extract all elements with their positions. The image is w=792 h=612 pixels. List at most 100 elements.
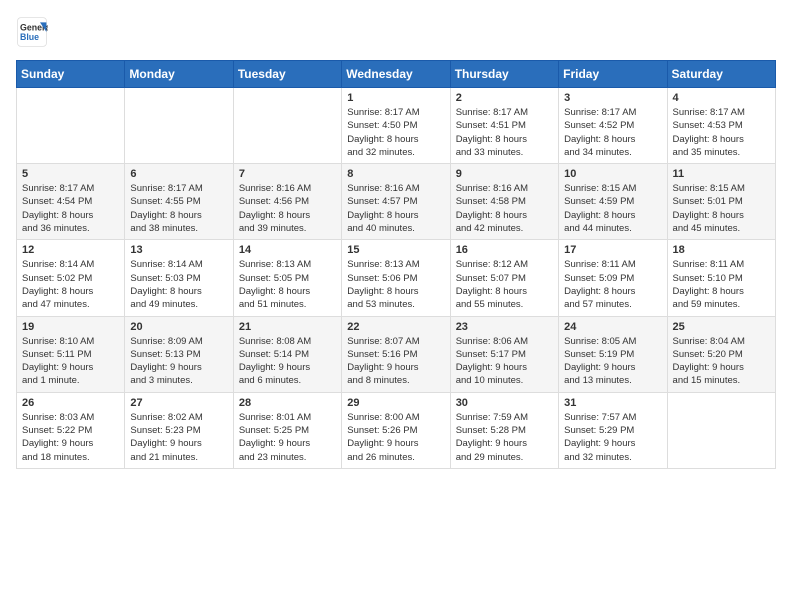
calendar-day-cell bbox=[233, 88, 341, 164]
day-info: Sunrise: 8:16 AM Sunset: 4:56 PM Dayligh… bbox=[239, 182, 336, 235]
day-info: Sunrise: 8:17 AM Sunset: 4:50 PM Dayligh… bbox=[347, 106, 444, 159]
calendar-header-row: SundayMondayTuesdayWednesdayThursdayFrid… bbox=[17, 61, 776, 88]
day-info: Sunrise: 8:17 AM Sunset: 4:52 PM Dayligh… bbox=[564, 106, 661, 159]
calendar-day-header: Thursday bbox=[450, 61, 558, 88]
day-info: Sunrise: 8:08 AM Sunset: 5:14 PM Dayligh… bbox=[239, 335, 336, 388]
day-info: Sunrise: 8:14 AM Sunset: 5:02 PM Dayligh… bbox=[22, 258, 119, 311]
calendar-day-cell: 10 Sunrise: 8:15 AM Sunset: 4:59 PM Dayli… bbox=[559, 164, 667, 240]
day-number: 21 bbox=[239, 321, 336, 333]
calendar-day-header: Sunday bbox=[17, 61, 125, 88]
day-number: 28 bbox=[239, 397, 336, 409]
day-number: 7 bbox=[239, 168, 336, 180]
day-number: 12 bbox=[22, 244, 119, 256]
day-number: 13 bbox=[130, 244, 227, 256]
day-number: 30 bbox=[456, 397, 553, 409]
day-info: Sunrise: 8:17 AM Sunset: 4:55 PM Dayligh… bbox=[130, 182, 227, 235]
calendar-day-cell: 24 Sunrise: 8:05 AM Sunset: 5:19 PM Dayli… bbox=[559, 316, 667, 392]
day-number: 2 bbox=[456, 92, 553, 104]
day-number: 15 bbox=[347, 244, 444, 256]
day-number: 31 bbox=[564, 397, 661, 409]
calendar-day-header: Friday bbox=[559, 61, 667, 88]
day-number: 20 bbox=[130, 321, 227, 333]
calendar-day-cell: 15 Sunrise: 8:13 AM Sunset: 5:06 PM Dayli… bbox=[342, 240, 450, 316]
day-info: Sunrise: 8:15 AM Sunset: 5:01 PM Dayligh… bbox=[673, 182, 770, 235]
day-number: 27 bbox=[130, 397, 227, 409]
day-number: 18 bbox=[673, 244, 770, 256]
day-info: Sunrise: 8:12 AM Sunset: 5:07 PM Dayligh… bbox=[456, 258, 553, 311]
calendar-day-cell bbox=[17, 88, 125, 164]
page-header: General Blue bbox=[16, 16, 776, 48]
day-info: Sunrise: 8:17 AM Sunset: 4:51 PM Dayligh… bbox=[456, 106, 553, 159]
calendar-day-header: Wednesday bbox=[342, 61, 450, 88]
logo: General Blue bbox=[16, 16, 48, 48]
day-info: Sunrise: 8:04 AM Sunset: 5:20 PM Dayligh… bbox=[673, 335, 770, 388]
calendar-day-cell: 6Sunrise: 8:17 AM Sunset: 4:55 PM Daylig… bbox=[125, 164, 233, 240]
day-number: 23 bbox=[456, 321, 553, 333]
calendar-day-header: Tuesday bbox=[233, 61, 341, 88]
calendar-body: 1 Sunrise: 8:17 AM Sunset: 4:50 PM Daylig… bbox=[17, 88, 776, 469]
logo-icon: General Blue bbox=[16, 16, 48, 48]
calendar-day-cell: 3 Sunrise: 8:17 AM Sunset: 4:52 PM Daylig… bbox=[559, 88, 667, 164]
day-number: 19 bbox=[22, 321, 119, 333]
calendar-week-row: 26Sunrise: 8:03 AM Sunset: 5:22 PM Dayli… bbox=[17, 392, 776, 468]
day-info: Sunrise: 8:13 AM Sunset: 5:06 PM Dayligh… bbox=[347, 258, 444, 311]
day-info: Sunrise: 8:10 AM Sunset: 5:11 PM Dayligh… bbox=[22, 335, 119, 388]
calendar-day-cell: 29 Sunrise: 8:00 AM Sunset: 5:26 PM Dayli… bbox=[342, 392, 450, 468]
calendar-day-cell: 18Sunrise: 8:11 AM Sunset: 5:10 PM Dayli… bbox=[667, 240, 775, 316]
day-info: Sunrise: 8:15 AM Sunset: 4:59 PM Dayligh… bbox=[564, 182, 661, 235]
calendar-day-cell: 28 Sunrise: 8:01 AM Sunset: 5:25 PM Dayli… bbox=[233, 392, 341, 468]
calendar-day-cell: 23Sunrise: 8:06 AM Sunset: 5:17 PM Dayli… bbox=[450, 316, 558, 392]
day-number: 26 bbox=[22, 397, 119, 409]
calendar-day-cell: 8 Sunrise: 8:16 AM Sunset: 4:57 PM Daylig… bbox=[342, 164, 450, 240]
calendar-day-cell: 14Sunrise: 8:13 AM Sunset: 5:05 PM Dayli… bbox=[233, 240, 341, 316]
calendar-day-cell: 11 Sunrise: 8:15 AM Sunset: 5:01 PM Dayli… bbox=[667, 164, 775, 240]
day-number: 14 bbox=[239, 244, 336, 256]
day-number: 1 bbox=[347, 92, 444, 104]
day-number: 16 bbox=[456, 244, 553, 256]
calendar-day-cell: 20Sunrise: 8:09 AM Sunset: 5:13 PM Dayli… bbox=[125, 316, 233, 392]
calendar-day-cell bbox=[667, 392, 775, 468]
day-info: Sunrise: 8:17 AM Sunset: 4:53 PM Dayligh… bbox=[673, 106, 770, 159]
calendar-day-cell: 19 Sunrise: 8:10 AM Sunset: 5:11 PM Dayli… bbox=[17, 316, 125, 392]
day-info: Sunrise: 7:57 AM Sunset: 5:29 PM Dayligh… bbox=[564, 411, 661, 464]
day-info: Sunrise: 8:14 AM Sunset: 5:03 PM Dayligh… bbox=[130, 258, 227, 311]
calendar-day-cell: 5 Sunrise: 8:17 AM Sunset: 4:54 PM Daylig… bbox=[17, 164, 125, 240]
calendar-day-cell: 31 Sunrise: 7:57 AM Sunset: 5:29 PM Dayli… bbox=[559, 392, 667, 468]
calendar-week-row: 5 Sunrise: 8:17 AM Sunset: 4:54 PM Daylig… bbox=[17, 164, 776, 240]
calendar-day-cell bbox=[125, 88, 233, 164]
day-info: Sunrise: 8:07 AM Sunset: 5:16 PM Dayligh… bbox=[347, 335, 444, 388]
day-info: Sunrise: 8:05 AM Sunset: 5:19 PM Dayligh… bbox=[564, 335, 661, 388]
calendar-week-row: 19 Sunrise: 8:10 AM Sunset: 5:11 PM Dayli… bbox=[17, 316, 776, 392]
calendar-day-header: Monday bbox=[125, 61, 233, 88]
day-info: Sunrise: 8:16 AM Sunset: 4:58 PM Dayligh… bbox=[456, 182, 553, 235]
calendar-day-cell: 27 Sunrise: 8:02 AM Sunset: 5:23 PM Dayli… bbox=[125, 392, 233, 468]
calendar-day-cell: 25Sunrise: 8:04 AM Sunset: 5:20 PM Dayli… bbox=[667, 316, 775, 392]
day-number: 11 bbox=[673, 168, 770, 180]
day-info: Sunrise: 8:11 AM Sunset: 5:09 PM Dayligh… bbox=[564, 258, 661, 311]
day-number: 22 bbox=[347, 321, 444, 333]
day-number: 10 bbox=[564, 168, 661, 180]
day-number: 8 bbox=[347, 168, 444, 180]
day-number: 24 bbox=[564, 321, 661, 333]
day-number: 9 bbox=[456, 168, 553, 180]
day-number: 17 bbox=[564, 244, 661, 256]
day-info: Sunrise: 8:17 AM Sunset: 4:54 PM Dayligh… bbox=[22, 182, 119, 235]
day-info: Sunrise: 8:16 AM Sunset: 4:57 PM Dayligh… bbox=[347, 182, 444, 235]
day-info: Sunrise: 8:02 AM Sunset: 5:23 PM Dayligh… bbox=[130, 411, 227, 464]
day-number: 3 bbox=[564, 92, 661, 104]
calendar-day-cell: 21 Sunrise: 8:08 AM Sunset: 5:14 PM Dayli… bbox=[233, 316, 341, 392]
calendar-day-cell: 17 Sunrise: 8:11 AM Sunset: 5:09 PM Dayli… bbox=[559, 240, 667, 316]
calendar-table: SundayMondayTuesdayWednesdayThursdayFrid… bbox=[16, 60, 776, 469]
day-info: Sunrise: 8:01 AM Sunset: 5:25 PM Dayligh… bbox=[239, 411, 336, 464]
day-number: 29 bbox=[347, 397, 444, 409]
day-info: Sunrise: 8:00 AM Sunset: 5:26 PM Dayligh… bbox=[347, 411, 444, 464]
day-number: 5 bbox=[22, 168, 119, 180]
calendar-day-cell: 7 Sunrise: 8:16 AM Sunset: 4:56 PM Daylig… bbox=[233, 164, 341, 240]
calendar-day-cell: 26Sunrise: 8:03 AM Sunset: 5:22 PM Dayli… bbox=[17, 392, 125, 468]
calendar-day-cell: 9 Sunrise: 8:16 AM Sunset: 4:58 PM Daylig… bbox=[450, 164, 558, 240]
calendar-day-cell: 2 Sunrise: 8:17 AM Sunset: 4:51 PM Daylig… bbox=[450, 88, 558, 164]
calendar-day-cell: 1 Sunrise: 8:17 AM Sunset: 4:50 PM Daylig… bbox=[342, 88, 450, 164]
calendar-day-cell: 4Sunrise: 8:17 AM Sunset: 4:53 PM Daylig… bbox=[667, 88, 775, 164]
calendar-day-cell: 13 Sunrise: 8:14 AM Sunset: 5:03 PM Dayli… bbox=[125, 240, 233, 316]
calendar-day-cell: 22 Sunrise: 8:07 AM Sunset: 5:16 PM Dayli… bbox=[342, 316, 450, 392]
